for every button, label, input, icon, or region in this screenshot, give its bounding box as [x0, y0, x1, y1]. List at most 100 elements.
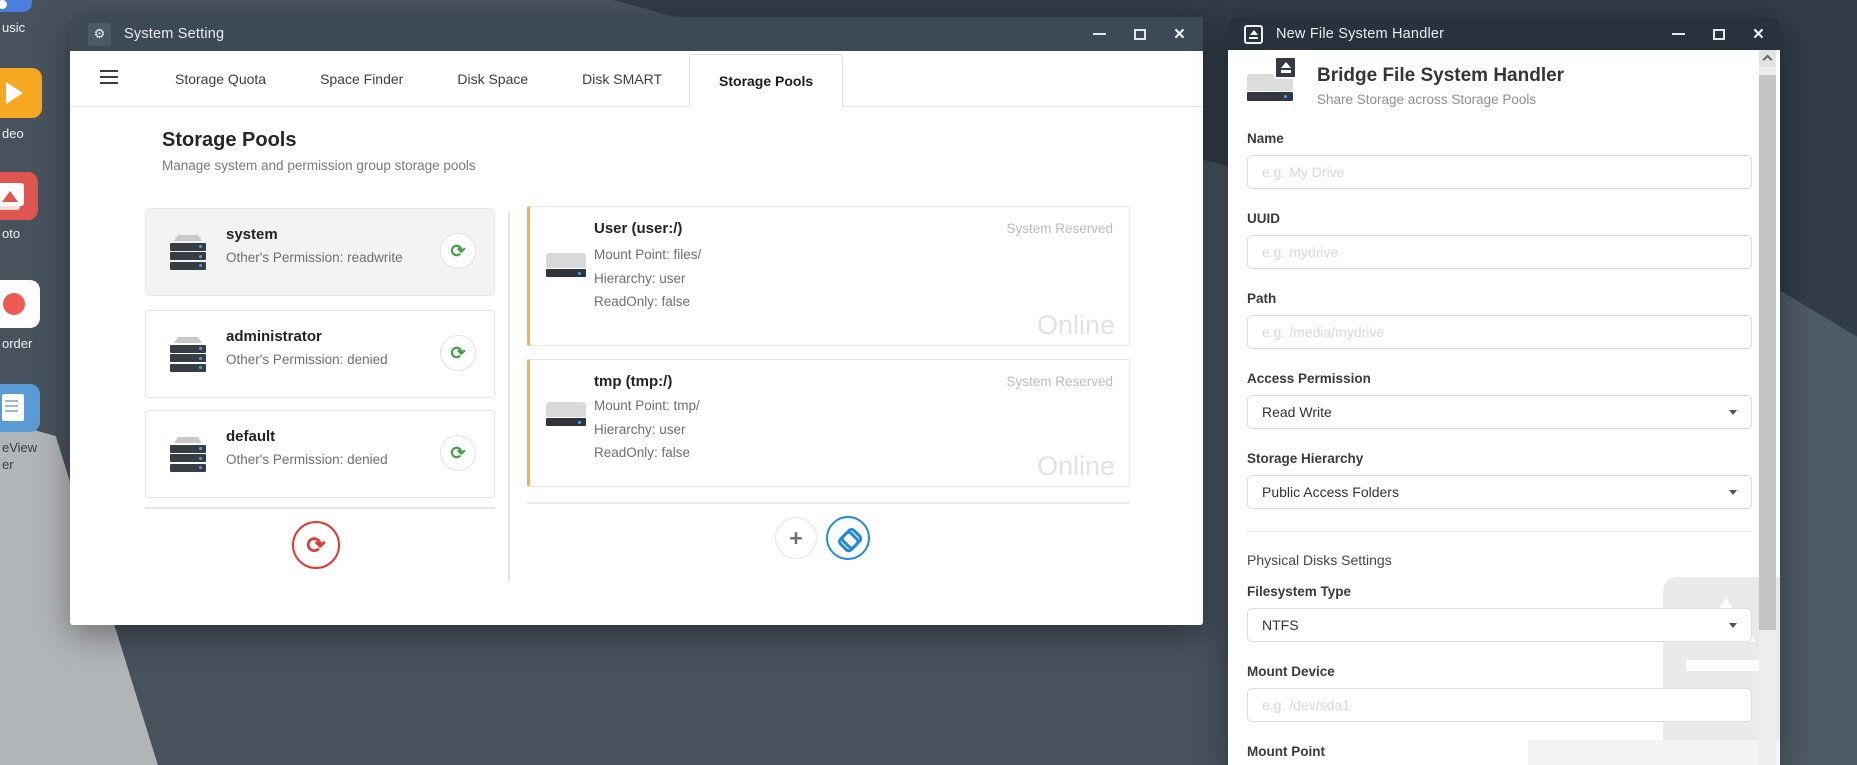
close-button[interactable]: × [1174, 25, 1185, 44]
storage-hierarchy-select[interactable]: Public Access Folders [1247, 475, 1752, 509]
access-permission-value: Read Write [1262, 404, 1332, 420]
divider [527, 502, 1130, 504]
access-permission-group: Access Permission Read Write [1247, 371, 1752, 429]
add-mount-button[interactable]: + [775, 517, 817, 559]
dock-label-recorder: order [2, 336, 32, 351]
storage-hierarchy-value: Public Access Folders [1262, 484, 1399, 500]
mount-device-label: Mount Device [1247, 664, 1752, 679]
link-mount-button[interactable] [826, 516, 870, 560]
filesystem-type-group: Filesystem Type NTFS [1247, 584, 1752, 642]
window-title: New File System Handler [1276, 26, 1444, 42]
status-watermark: Online [1037, 310, 1115, 341]
new-file-system-handler-window: New File System Handler × Bridge [1228, 18, 1780, 765]
tab-storage-pools[interactable]: Storage Pools [689, 54, 843, 107]
uuid-input[interactable] [1247, 235, 1752, 269]
music-icon[interactable] [0, 0, 32, 12]
handler-title: Bridge File System Handler [1317, 64, 1564, 88]
recorder-icon[interactable] [0, 280, 40, 328]
system-setting-window: ⚙ System Setting × Storage Quota Space F… [70, 17, 1203, 625]
system-reserved-badge: System Reserved [1006, 221, 1113, 236]
mount-card-user[interactable]: User (user:/) System Reserved Mount Poin… [527, 206, 1130, 346]
page-subtitle: Manage system and permission group stora… [162, 158, 476, 173]
dock-label-photo: oto [2, 226, 20, 241]
chevron-down-icon [1729, 410, 1737, 415]
refresh-pools-button[interactable]: ⟳ [292, 521, 340, 569]
eject-disk-icon [1244, 25, 1263, 44]
access-permission-select[interactable]: Read Write [1247, 395, 1752, 429]
dock-label-fileviewer-line1: eView [2, 440, 37, 455]
handler-header: Bridge File System Handler Share Storage… [1247, 50, 1752, 131]
dock-label-music: usic [2, 20, 25, 35]
hierarchy-line: Hierarchy: user [594, 271, 686, 286]
server-icon [170, 235, 206, 270]
desktop: usic deo oto order eView er ⚙ System Set… [0, 0, 1857, 765]
chevron-down-icon [1729, 490, 1737, 495]
minimize-button[interactable] [1672, 33, 1685, 36]
chevron-down-icon [1729, 623, 1737, 628]
tab-disk-smart[interactable]: Disk SMART [555, 51, 689, 106]
path-input[interactable] [1247, 315, 1752, 349]
pool-card-administrator[interactable]: administrator Other's Permission: denied… [145, 310, 495, 398]
uuid-group: UUID [1247, 211, 1752, 269]
file-viewer-icon[interactable] [0, 384, 40, 432]
name-input[interactable] [1247, 155, 1752, 189]
pool-refresh-button[interactable]: ⟳ [440, 335, 476, 371]
tab-space-finder[interactable]: Space Finder [293, 51, 430, 106]
name-label: Name [1247, 131, 1752, 146]
tab-storage-quota[interactable]: Storage Quota [148, 51, 293, 106]
mount-name: User (user:/) [594, 220, 682, 237]
pool-name: default [226, 428, 275, 445]
maximize-button[interactable] [1134, 29, 1146, 40]
menu-icon[interactable] [100, 70, 118, 88]
tab-disk-space[interactable]: Disk Space [430, 51, 555, 106]
path-label: Path [1247, 291, 1752, 306]
pool-refresh-button[interactable]: ⟳ [440, 435, 476, 471]
pool-card-system[interactable]: system Other's Permission: readwrite ⟳ [145, 208, 495, 296]
handler-subtitle: Share Storage across Storage Pools [1317, 92, 1564, 107]
page-title: Storage Pools [162, 129, 296, 152]
tab-bar: Storage Quota Space Finder Disk Space Di… [70, 51, 1203, 107]
pool-name: system [226, 226, 278, 243]
server-icon [170, 337, 206, 372]
scrollbar[interactable] [1759, 50, 1776, 765]
pool-permission: Other's Permission: denied [226, 352, 388, 367]
hierarchy-line: Hierarchy: user [594, 422, 686, 437]
maximize-button[interactable] [1713, 29, 1725, 40]
window-title: System Setting [124, 26, 224, 42]
pool-permission: Other's Permission: denied [226, 452, 388, 467]
pool-refresh-button[interactable]: ⟳ [440, 233, 476, 269]
scrollbar-thumb[interactable] [1759, 75, 1776, 630]
status-watermark: Online [1037, 451, 1115, 482]
photo-icon[interactable] [0, 172, 38, 220]
filesystem-type-select[interactable]: NTFS [1247, 608, 1752, 642]
link-icon [835, 525, 860, 550]
section-divider [1247, 531, 1752, 532]
server-icon [170, 437, 206, 472]
mount-card-tmp[interactable]: tmp (tmp:/) System Reserved Mount Point:… [527, 359, 1130, 487]
storage-hierarchy-label: Storage Hierarchy [1247, 451, 1752, 466]
drive-icon [546, 402, 586, 426]
mount-point-line: Mount Point: files/ [594, 247, 701, 262]
minimize-button[interactable] [1093, 33, 1106, 36]
scroll-up-arrow-icon[interactable] [1759, 50, 1776, 67]
mount-device-input[interactable] [1247, 688, 1752, 722]
system-setting-titlebar[interactable]: ⚙ System Setting × [70, 17, 1203, 51]
handler-titlebar[interactable]: New File System Handler × [1228, 18, 1780, 50]
handler-body: Bridge File System Handler Share Storage… [1228, 50, 1780, 765]
dock-label-fileviewer-line2: er [2, 457, 14, 472]
readonly-line: ReadOnly: false [594, 445, 690, 460]
dock-label-video: deo [2, 126, 24, 141]
video-icon[interactable] [0, 68, 42, 118]
mount-point-line: Mount Point: tmp/ [594, 398, 700, 413]
filesystem-type-value: NTFS [1262, 617, 1299, 633]
divider [145, 507, 495, 509]
mount-point-label: Mount Point [1247, 744, 1752, 759]
pool-card-default[interactable]: default Other's Permission: denied ⟳ [145, 410, 495, 498]
bridge-drive-icon [1247, 64, 1299, 104]
close-button[interactable]: × [1753, 25, 1764, 44]
filesystem-type-label: Filesystem Type [1247, 584, 1752, 599]
mount-name: tmp (tmp:/) [594, 373, 672, 390]
name-group: Name [1247, 131, 1752, 189]
uuid-label: UUID [1247, 211, 1752, 226]
readonly-line: ReadOnly: false [594, 294, 690, 309]
